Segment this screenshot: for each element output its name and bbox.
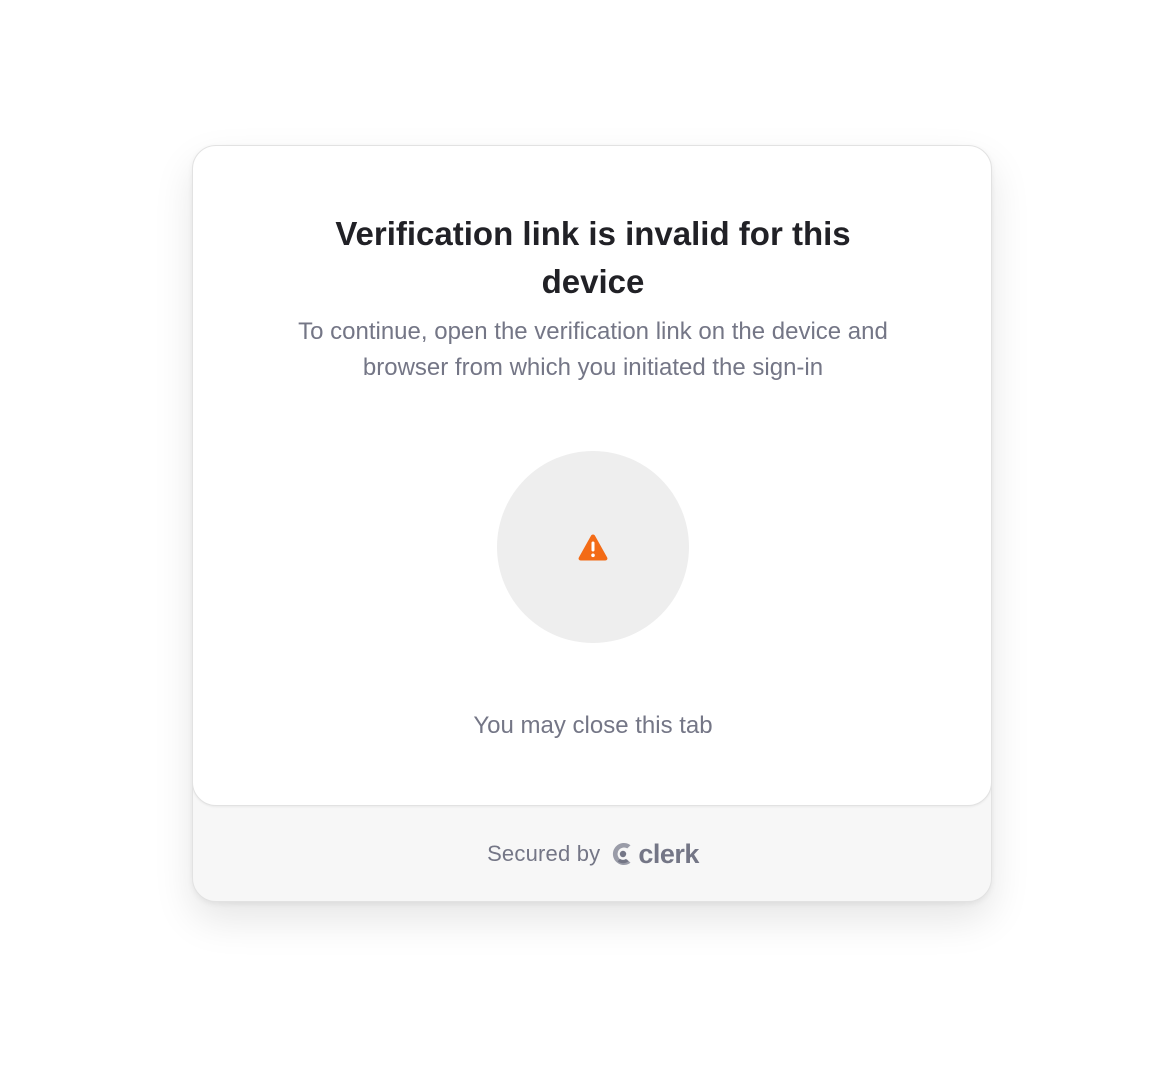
- verification-card: Verification link is invalid for this de…: [192, 145, 992, 902]
- status-circle: [497, 451, 689, 643]
- clerk-brand-link[interactable]: clerk: [610, 839, 699, 870]
- warning-icon: [578, 534, 608, 561]
- card-title: Verification link is invalid for this de…: [335, 215, 851, 300]
- secured-by-label: Secured by: [487, 841, 601, 866]
- clerk-logo-icon: [613, 843, 631, 865]
- card-subtitle: To continue, open the verification link …: [298, 318, 888, 381]
- card-content: Verification link is invalid for this de…: [193, 146, 991, 806]
- clerk-brand-name: clerk: [638, 838, 699, 869]
- close-tab-hint: You may close this tab: [473, 712, 713, 739]
- page-background: Verification link is invalid for this de…: [0, 0, 1176, 1070]
- card-footer: Secured by clerk: [193, 806, 991, 901]
